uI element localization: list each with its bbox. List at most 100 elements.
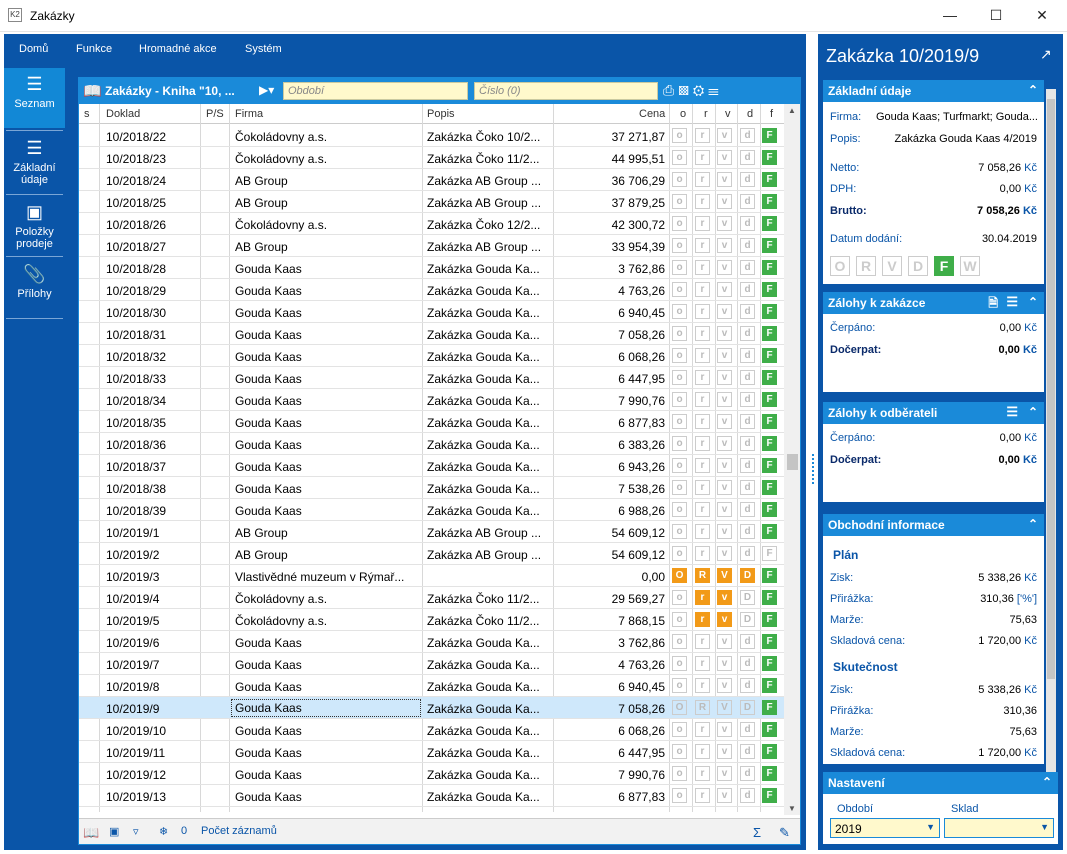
cell-popis: Zakázka AB Group ...	[427, 196, 542, 210]
nav-prilohy[interactable]: 📎 Přílohy	[4, 258, 65, 316]
list-scrollbar[interactable]: ▲ ▼	[784, 104, 800, 815]
table-row[interactable]: 10/2018/39 Gouda Kaas Zakázka Gouda Ka... 6…	[79, 499, 784, 521]
status-flag: r	[695, 238, 710, 253]
cell-firma: Gouda Kaas	[235, 768, 302, 782]
table-row[interactable]: 10/2018/29 Gouda Kaas Zakázka Gouda Ka... 4…	[79, 279, 784, 301]
table-row[interactable]: 10/2019/7 Gouda Kaas Zakázka Gouda Ka... 4 …	[79, 653, 784, 675]
table-row[interactable]: 10/2018/32 Gouda Kaas Zakázka Gouda Ka... 6…	[79, 345, 784, 367]
table-row[interactable]: 10/2019/10 Gouda Kaas Zakázka Gouda Ka... 6…	[79, 719, 784, 741]
status-flag: d	[740, 392, 755, 407]
table-row[interactable]: 10/2018/35 Gouda Kaas Zakázka Gouda Ka... 6…	[79, 411, 784, 433]
menu-funkce[interactable]: Funkce	[76, 43, 112, 55]
table-row[interactable]: 10/2018/36 Gouda Kaas Zakázka Gouda Ka... 6…	[79, 433, 784, 455]
col-popis[interactable]: Popis	[427, 108, 455, 120]
table-row[interactable]: 10/2019/5 Čokoládovny a.s. Zakázka Čoko 11…	[79, 609, 784, 631]
col-f[interactable]: f	[770, 108, 773, 120]
table-row[interactable]: 10/2019/4 Čokoládovny a.s. Zakázka Čoko 11…	[79, 587, 784, 609]
status-flag: v	[717, 678, 732, 693]
chevron-up-icon[interactable]: ⌃	[1042, 775, 1052, 789]
table-row[interactable]: 10/2019/11 Gouda Kaas Zakázka Gouda Ka... 6…	[79, 741, 784, 763]
status-flag: F	[762, 546, 777, 561]
cell-cena: 7 990,76	[618, 768, 665, 782]
toolbar-icons[interactable]: ⎙▩⚙☰	[663, 82, 723, 99]
table-row[interactable]: 10/2018/27 AB Group Zakázka AB Group ... 33…	[79, 235, 784, 257]
document-icon[interactable]: 🗎	[988, 294, 998, 315]
table-row[interactable]: 10/2018/37 Gouda Kaas Zakázka Gouda Ka... 6…	[79, 455, 784, 477]
status-flag: F	[762, 282, 777, 297]
cell-doklad: 10/2019/4	[106, 592, 160, 606]
table-row[interactable]: 10/2018/33 Gouda Kaas Zakázka Gouda Ka... 6…	[79, 367, 784, 389]
table-row[interactable]: 10/2019/8 Gouda Kaas Zakázka Gouda Ka... 6 …	[79, 675, 784, 697]
edit-icon[interactable]: ✎	[779, 825, 790, 841]
obdobi-select[interactable]: 2019 ▼	[830, 818, 940, 838]
cell-firma: Gouda Kaas	[235, 504, 302, 518]
col-s[interactable]: s	[84, 108, 90, 120]
col-ps[interactable]: P/S	[206, 108, 224, 120]
menu-icon[interactable]: ☰	[1006, 404, 1018, 420]
table-row[interactable]: 10/2018/38 Gouda Kaas Zakázka Gouda Ka... 7…	[79, 477, 784, 499]
status-flag: v	[717, 216, 732, 231]
table-row[interactable]: 10/2019/13 Gouda Kaas Zakázka Gouda Ka... 6…	[79, 785, 784, 807]
splitter[interactable]	[808, 34, 818, 850]
close-button[interactable]: ✕	[1019, 0, 1065, 32]
chevron-up-icon[interactable]: ⌃	[1028, 405, 1038, 419]
col-r[interactable]: r	[704, 108, 708, 120]
cell-firma: Gouda Kaas	[235, 394, 302, 408]
filter-icon[interactable]: ▿	[133, 825, 139, 838]
table-row[interactable]: 10/2019/9 Gouda Kaas Zakázka Gouda Ka... 7 …	[79, 697, 784, 719]
menu-system[interactable]: Systém	[245, 43, 282, 55]
nav-seznam[interactable]: ☰ Seznam	[4, 68, 65, 128]
netto-label: Netto:	[830, 162, 860, 174]
nav-zakladni-udaje[interactable]: ☰ Základní údaje	[4, 132, 65, 192]
table-row[interactable]: 10/2019/3 Vlastivědné muzeum v Rýmař... 0,…	[79, 565, 784, 587]
table-row[interactable]: 10/2018/31 Gouda Kaas Zakázka Gouda Ka... 7…	[79, 323, 784, 345]
chevron-up-icon[interactable]: ⌃	[1028, 295, 1038, 309]
cell-cena: 6 988,26	[618, 504, 665, 518]
table-row[interactable]: 10/2019/6 Gouda Kaas Zakázka Gouda Ka... 3 …	[79, 631, 784, 653]
box-footer-icon[interactable]: ▣	[109, 825, 119, 838]
sklad-select[interactable]: ▼	[944, 818, 1054, 838]
col-cena[interactable]: Cena	[639, 108, 665, 120]
table-row[interactable]: 10/2019/12 Gouda Kaas Zakázka Gouda Ka... 7…	[79, 763, 784, 785]
menu-domu[interactable]: Domů	[19, 43, 48, 55]
snowflake-icon[interactable]: ❄	[159, 825, 168, 838]
col-firma[interactable]: Firma	[235, 108, 263, 120]
menu-hromadne-akce[interactable]: Hromadné akce	[139, 43, 217, 55]
table-row[interactable]: 10/2018/24 AB Group Zakázka AB Group ... 36…	[79, 169, 784, 191]
col-v[interactable]: v	[725, 108, 731, 120]
col-o[interactable]: o	[680, 108, 686, 120]
status-flag: d	[740, 656, 755, 671]
maximize-button[interactable]: ☐	[973, 0, 1019, 32]
expand-icon[interactable]: ↗	[1040, 46, 1052, 63]
table-row[interactable]: 10/2018/30 Gouda Kaas Zakázka Gouda Ka... 6…	[79, 301, 784, 323]
sum-icon[interactable]: Σ	[753, 825, 761, 840]
cell-doklad: 10/2019/1	[106, 526, 160, 540]
number-input[interactable]: Číslo (0)	[474, 82, 658, 100]
status-flag: o	[672, 282, 687, 297]
col-d[interactable]: d	[747, 108, 753, 120]
table-row[interactable]: 10/2018/26 Čokoládovny a.s. Zakázka Čoko 1…	[79, 213, 784, 235]
table-row[interactable]: 10/2018/22 Čokoládovny a.s. Zakázka Čoko 1…	[79, 125, 784, 147]
status-flag: F	[762, 766, 777, 781]
status-flag: F	[762, 370, 777, 385]
chevron-up-icon[interactable]: ⌃	[1028, 517, 1038, 531]
table-row[interactable]: 10/2019/1 AB Group Zakázka AB Group ... 54 …	[79, 521, 784, 543]
nav-polozky-prodeje[interactable]: ▣ Položky prodeje	[4, 196, 65, 256]
period-input[interactable]: Období	[283, 82, 468, 100]
col-doklad[interactable]: Doklad	[106, 108, 140, 120]
chevron-up-icon[interactable]: ⌃	[1028, 83, 1038, 97]
status-flag: d	[740, 282, 755, 297]
book-footer-icon[interactable]: 📖	[83, 825, 99, 841]
detail-status-flag: V	[882, 256, 902, 276]
table-row[interactable]: 10/2018/25 AB Group Zakázka AB Group ... 37…	[79, 191, 784, 213]
table-row[interactable]: 10/2018/34 Gouda Kaas Zakázka Gouda Ka... 7…	[79, 389, 784, 411]
record-count-label[interactable]: Počet záznamů	[201, 825, 277, 837]
menu-icon[interactable]: ☰	[1006, 294, 1018, 310]
play-arrow-icon[interactable]: ▶▾	[259, 83, 274, 97]
book-icon[interactable]: 📖	[83, 82, 102, 100]
table-row[interactable]: 10/2018/28 Gouda Kaas Zakázka Gouda Ka... 3…	[79, 257, 784, 279]
detail-scrollbar[interactable]	[1046, 89, 1056, 779]
table-row[interactable]: 10/2018/23 Čokoládovny a.s. Zakázka Čoko 1…	[79, 147, 784, 169]
minimize-button[interactable]: —	[927, 0, 973, 32]
table-row[interactable]: 10/2019/2 AB Group Zakázka AB Group ... 54 …	[79, 543, 784, 565]
